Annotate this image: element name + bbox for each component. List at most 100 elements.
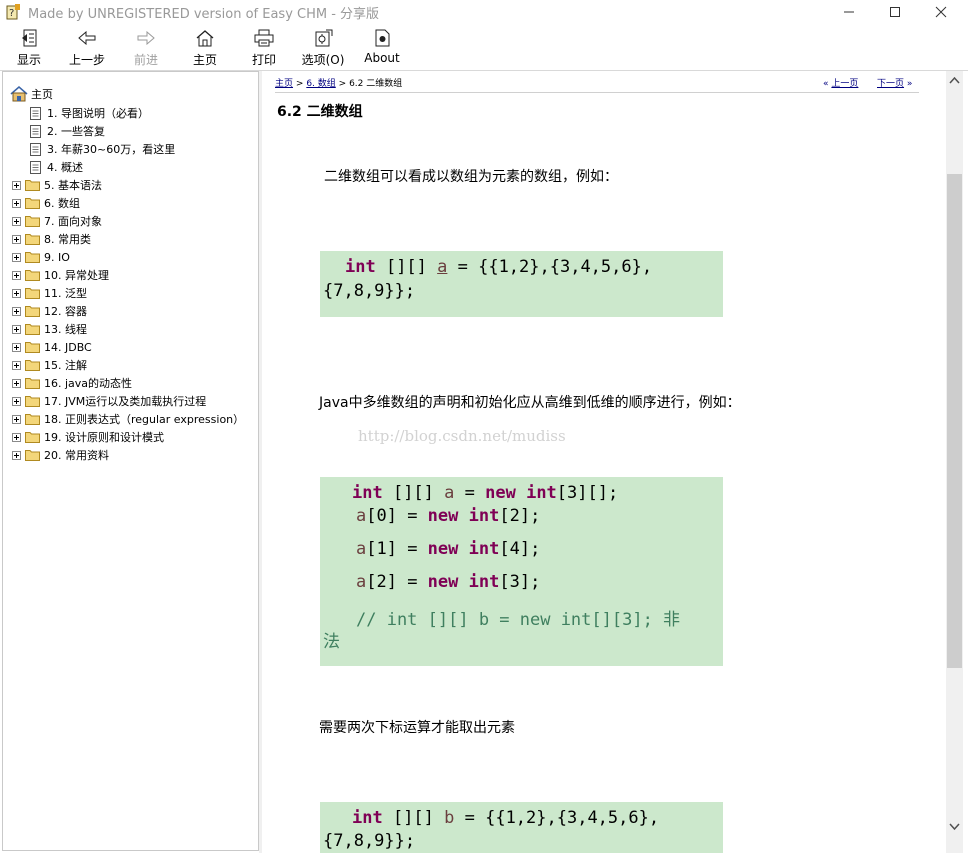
show-button[interactable]: 显示 (12, 28, 46, 68)
tree-item[interactable]: 7. 面向对象 (12, 213, 102, 229)
tree-item[interactable]: 16. java的动态性 (12, 375, 132, 391)
about-button[interactable]: About (362, 28, 402, 68)
folder-icon (25, 324, 40, 335)
tree-item-label: 20. 常用资料 (44, 449, 109, 462)
tree-item-label: 12. 容器 (44, 305, 87, 318)
tree-item[interactable]: 13. 线程 (12, 321, 87, 337)
tree-item[interactable]: 10. 异常处理 (12, 267, 109, 283)
tree-item[interactable]: 2. 一些答复 (30, 123, 105, 139)
tree-item[interactable]: 17. JVM运行以及类加载执行过程 (12, 393, 206, 409)
folder-icon (25, 234, 40, 245)
expand-icon[interactable] (12, 450, 21, 460)
watermark: http://blog.csdn.net/mudiss (358, 427, 566, 445)
tree-item[interactable]: 8. 常用类 (12, 231, 91, 247)
tree-item-label: 13. 线程 (44, 323, 87, 336)
tree-item-label: 5. 基本语法 (44, 179, 102, 192)
expand-icon[interactable] (12, 198, 21, 208)
expand-icon[interactable] (12, 234, 21, 244)
folder-icon (25, 306, 40, 317)
prev-arrow-icon: « (823, 79, 829, 89)
tree-item[interactable]: 11. 泛型 (12, 285, 87, 301)
tree-item[interactable]: 1. 导图说明（必看） (30, 105, 149, 121)
code-block-3: int [][] b = {{1,2},{3,4,5,6}, {7,8,9}}; (320, 802, 723, 853)
forward-button-label: 前进 (133, 53, 158, 67)
expand-icon[interactable] (12, 342, 21, 352)
folder-icon (25, 216, 40, 227)
tree-root-label: 主页 (31, 88, 53, 101)
vertical-scrollbar[interactable] (946, 71, 963, 853)
expand-icon[interactable] (12, 288, 21, 298)
prev-page-link[interactable]: « 上一页 (823, 76, 858, 89)
show-button-label: 显示 (16, 53, 41, 67)
expand-icon[interactable] (12, 252, 21, 262)
code-line: int [][] b = {{1,2},{3,4,5,6}, (352, 808, 660, 828)
close-button[interactable] (918, 0, 964, 24)
expand-icon[interactable] (12, 324, 21, 334)
tree-item-label: 6. 数组 (44, 197, 80, 210)
tree-item-label: 16. java的动态性 (44, 377, 133, 390)
folder-icon (25, 198, 40, 209)
tree-item[interactable]: 3. 年薪30~60万，看这里 (30, 141, 175, 157)
tree-item[interactable]: 5. 基本语法 (12, 177, 102, 193)
page-title: 6.2 二维数组 (277, 104, 363, 120)
home-button-label: 主页 (192, 53, 217, 67)
tree-item[interactable]: 12. 容器 (12, 303, 87, 319)
code-line: a[0] = new int[2]; (356, 506, 541, 526)
scroll-down-icon[interactable] (949, 823, 960, 831)
expand-icon[interactable] (12, 180, 21, 190)
expand-icon[interactable] (12, 216, 21, 226)
tree-item[interactable]: 15. 注解 (12, 357, 87, 373)
tree-item[interactable]: 20. 常用资料 (12, 447, 109, 463)
options-button[interactable]: 选项(O) (300, 28, 346, 68)
print-button[interactable]: 打印 (249, 28, 279, 68)
tree-item-label: 17. JVM运行以及类加载执行过程 (44, 395, 207, 408)
expand-icon[interactable] (12, 306, 21, 316)
forward-button[interactable]: 前进 (130, 28, 162, 68)
close-icon (935, 6, 947, 18)
tree-item-label: 9. IO (44, 250, 70, 264)
tree-item[interactable]: 19. 设计原则和设计模式 (12, 429, 164, 445)
breadcrumb-section-link[interactable]: 6. 数组 (306, 79, 335, 89)
tree-item-label: 3. 年薪30~60万，看这里 (47, 143, 176, 156)
expand-icon[interactable] (12, 414, 21, 424)
back-button[interactable]: 上一步 (66, 28, 108, 68)
tree-item[interactable]: 18. 正则表达式（regular expression） (12, 411, 244, 427)
tree-item-label: 19. 设计原则和设计模式 (44, 431, 164, 444)
home-button[interactable]: 主页 (190, 28, 220, 68)
tree-item[interactable]: 4. 概述 (30, 159, 83, 175)
tree-item-label: 1. 导图说明（必看） (47, 107, 149, 120)
scrollbar-thumb[interactable] (947, 174, 962, 668)
breadcrumb-separator: > (295, 79, 304, 89)
scroll-up-icon[interactable] (949, 76, 960, 84)
tree-root-home[interactable]: 主页 (10, 86, 53, 102)
paragraph-2: Java中多维数组的声明和初始化应从高维到低维的顺序进行，例如： (319, 395, 741, 411)
page-icon (30, 142, 41, 156)
code-comment-line: // int [][] b = new int[][3]; 非 (356, 610, 681, 630)
expand-icon[interactable] (12, 378, 21, 388)
tree-item-label: 8. 常用类 (44, 233, 91, 246)
minimize-icon (844, 11, 854, 13)
folder-icon (25, 342, 40, 353)
maximize-button[interactable] (872, 0, 918, 24)
minimize-button[interactable] (826, 0, 872, 24)
prev-page-label: 上一页 (831, 79, 859, 89)
breadcrumb-current: 6.2 二维数组 (349, 79, 403, 89)
folder-icon (25, 252, 40, 263)
folder-icon (25, 270, 40, 281)
breadcrumb-home-link[interactable]: 主页 (275, 79, 293, 89)
tree-item[interactable]: 14. JDBC (12, 339, 92, 355)
printer-icon (254, 29, 274, 47)
tree-item[interactable]: 9. IO (12, 249, 70, 265)
print-button-label: 打印 (251, 53, 276, 67)
folder-icon (25, 450, 40, 461)
tree-item[interactable]: 6. 数组 (12, 195, 80, 211)
folder-icon (25, 378, 40, 389)
expand-icon[interactable] (12, 432, 21, 442)
expand-icon[interactable] (12, 270, 21, 280)
breadcrumb: 主页 > 6. 数组 > 6.2 二维数组 « 上一页 下一页 » (275, 76, 919, 93)
expand-icon[interactable] (12, 396, 21, 406)
expand-icon[interactable] (12, 360, 21, 370)
next-page-link[interactable]: 下一页 » (877, 76, 912, 89)
window-title: Made by UNREGISTERED version of Easy CHM… (28, 7, 380, 22)
code-block-1: int [][] a = {{1,2},{3,4,5,6}, {7,8,9}}; (320, 251, 723, 317)
